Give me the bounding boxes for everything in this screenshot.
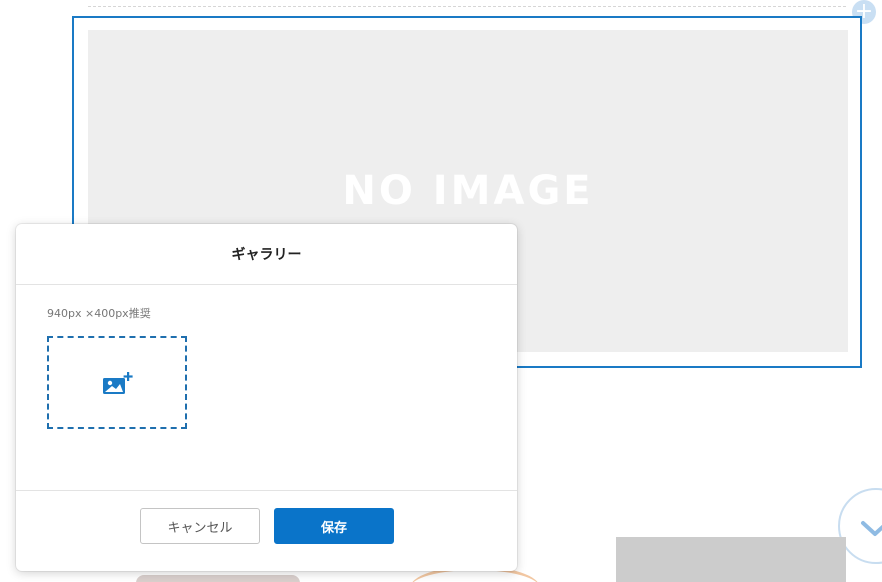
modal-body: 940px ×400px推奨 (16, 285, 517, 490)
image-add-icon (103, 372, 133, 394)
modal-footer: キャンセル 保存 (16, 490, 517, 571)
cancel-button[interactable]: キャンセル (140, 508, 260, 544)
chevron-down-icon (861, 521, 882, 536)
content-block-grey (616, 537, 846, 582)
section-guide-line (88, 6, 846, 7)
save-button[interactable]: 保存 (274, 508, 394, 544)
image-upload-dropzone[interactable] (47, 336, 187, 429)
content-thumbnail (136, 575, 300, 582)
modal-header: ギャラリー (16, 224, 517, 285)
editor-canvas: + NO IMAGE ギャラリー 940px ×400px推奨 キャンセル 保存 (0, 0, 882, 582)
modal-title: ギャラリー (231, 247, 302, 263)
no-image-label: NO IMAGE (342, 168, 594, 214)
gallery-modal: ギャラリー 940px ×400px推奨 キャンセル 保存 (16, 224, 517, 571)
recommended-size-hint: 940px ×400px推奨 (47, 307, 151, 320)
